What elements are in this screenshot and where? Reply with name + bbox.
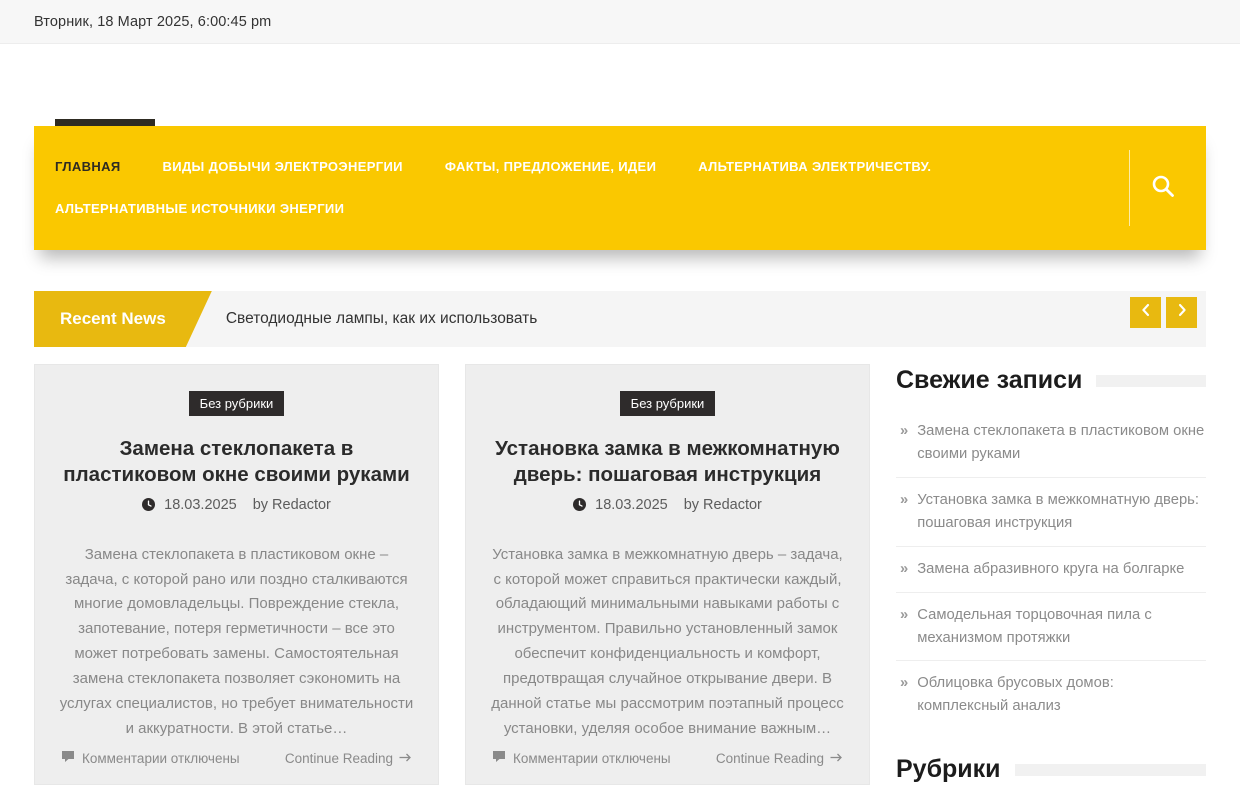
nav-item-facts-ideas[interactable]: ФАКТЫ, ПРЕДЛОЖЕНИЕ, ИДЕИ bbox=[424, 146, 677, 188]
comment-bubble-icon bbox=[61, 750, 75, 766]
search-divider bbox=[1129, 150, 1130, 226]
list-item[interactable]: » Самодельная торцовочная пила с механизм… bbox=[896, 593, 1206, 662]
recent-post-link: Облицовка брусовых домов: комплексный ан… bbox=[917, 675, 1114, 715]
post-title[interactable]: Замена стеклопакета в пластиковом окне с… bbox=[57, 436, 416, 488]
widget-header: Рубрики bbox=[896, 755, 1206, 784]
recent-posts-list: » Замена стеклопакета в пластиковом окне … bbox=[896, 409, 1206, 729]
chevron-right-icon bbox=[1176, 303, 1188, 322]
nav-item-alternative-electricity[interactable]: АЛЬТЕРНАТИВА ЭЛЕКТРИЧЕСТВУ. bbox=[677, 146, 952, 188]
widget-rule bbox=[1096, 374, 1206, 387]
ticker-navigation bbox=[1130, 297, 1197, 328]
site-branding-area bbox=[0, 44, 1240, 126]
category-row: Без рубрики bbox=[488, 391, 847, 416]
ticker-headline[interactable]: Светодиодные лампы, как их использовать bbox=[226, 310, 538, 328]
ticker-badge: Recent News bbox=[34, 291, 212, 347]
comments-status-label: Комментарии отключены bbox=[82, 750, 240, 766]
ticker-prev-button[interactable] bbox=[1130, 297, 1161, 328]
post-author[interactable]: by Redactor bbox=[684, 497, 762, 513]
list-item[interactable]: » Замена абразивного круга на болгарке bbox=[896, 547, 1206, 593]
recent-news-ticker: Recent News Светодиодные лампы, как их и… bbox=[34, 291, 1206, 347]
main-navigation-wrapper: ГЛАВНАЯ ВИДЫ ДОБЫЧИ ЭЛЕКТРОЭНЕРГИИ ФАКТЫ… bbox=[34, 119, 1206, 250]
clock-icon bbox=[573, 497, 590, 515]
widget-categories: Рубрики Statiii bbox=[896, 755, 1206, 800]
post-title[interactable]: Установка замка в межкомнатную дверь: по… bbox=[488, 436, 847, 488]
post-meta: 18.03.2025 by Redactor bbox=[488, 497, 847, 515]
post-meta: 18.03.2025 by Redactor bbox=[57, 497, 416, 515]
content-layout: Без рубрики Замена стеклопакета в пласти… bbox=[34, 364, 1206, 800]
continue-reading-label: Continue Reading bbox=[284, 750, 393, 766]
comment-bubble-icon bbox=[492, 750, 506, 766]
double-chevron-icon: » bbox=[900, 560, 909, 577]
continue-reading-link[interactable]: Continue Reading bbox=[716, 751, 843, 766]
arrow-right-icon bbox=[399, 751, 412, 766]
post-card: Без рубрики Установка замка в межкомнатн… bbox=[465, 364, 870, 785]
nav-item-alternative-energy-sources[interactable]: АЛЬТЕРНАТИВНЫЕ ИСТОЧНИКИ ЭНЕРГИИ bbox=[34, 188, 365, 230]
comments-status-label: Комментарии отключены bbox=[513, 750, 671, 766]
post-footer: Комментарии отключены Continue Reading bbox=[57, 736, 416, 784]
sidebar: Свежие записи » Замена стеклопакета в пла… bbox=[896, 364, 1206, 800]
recent-post-link: Замена стеклопакета в пластиковом окне с… bbox=[917, 423, 1205, 462]
widget-rule bbox=[1014, 763, 1206, 776]
post-footer: Комментарии отключены Continue Reading bbox=[488, 736, 847, 784]
double-chevron-icon: » bbox=[900, 491, 909, 508]
double-chevron-icon: » bbox=[900, 675, 909, 692]
widget-title: Свежие записи bbox=[896, 366, 1083, 394]
post-category-badge[interactable]: Без рубрики bbox=[188, 391, 285, 416]
post-excerpt: Замена стеклопакета в пластиковом окне –… bbox=[59, 545, 414, 736]
recent-post-link: Замена абразивного круга на болгарке bbox=[917, 560, 1185, 577]
main-navigation-bar: ГЛАВНАЯ ВИДЫ ДОБЫЧИ ЭЛЕКТРОЭНЕРГИИ ФАКТЫ… bbox=[34, 119, 1206, 250]
ticker-next-button[interactable] bbox=[1166, 297, 1197, 328]
arrow-right-icon bbox=[830, 751, 843, 766]
widget-recent-posts: Свежие записи » Замена стеклопакета в пла… bbox=[896, 366, 1206, 729]
list-item[interactable]: » Замена стеклопакета в пластиковом окне … bbox=[896, 409, 1206, 478]
post-date: 18.03.2025 bbox=[595, 496, 668, 513]
widget-title: Рубрики bbox=[896, 755, 1001, 784]
active-menu-indicator bbox=[55, 119, 155, 126]
search-icon[interactable] bbox=[1150, 173, 1176, 204]
recent-post-link: Самодельная торцовочная пила с механизмо… bbox=[917, 606, 1152, 646]
recent-post-link: Установка замка в межкомнатную дверь: по… bbox=[917, 491, 1199, 531]
post-grid: Без рубрики Замена стеклопакета в пласти… bbox=[34, 364, 870, 800]
clock-icon bbox=[142, 497, 159, 515]
post-card: Без рубрики Замена стеклопакета в пласти… bbox=[34, 364, 439, 785]
category-row: Без рубрики bbox=[57, 391, 416, 416]
continue-reading-link[interactable]: Continue Reading bbox=[285, 751, 412, 766]
post-category-badge[interactable]: Без рубрики bbox=[619, 391, 716, 416]
post-date: 18.03.2025 bbox=[164, 496, 237, 513]
post-excerpt: Установка замка в межкомнатную дверь – з… bbox=[491, 545, 844, 736]
continue-reading-label: Continue Reading bbox=[715, 750, 824, 766]
list-item[interactable]: » Облицовка брусовых домов: комплексный а… bbox=[896, 661, 1206, 729]
search-toggle[interactable] bbox=[1119, 126, 1206, 250]
topbar: Вторник, 18 Март 2025, 6:00:45 pm bbox=[0, 0, 1240, 44]
current-date-text: Вторник, 18 Март 2025, 6:00:45 pm bbox=[34, 13, 272, 30]
chevron-left-icon bbox=[1140, 303, 1152, 322]
nav-item-home[interactable]: ГЛАВНАЯ bbox=[34, 146, 142, 188]
post-author[interactable]: by Redactor bbox=[253, 497, 331, 513]
double-chevron-icon: » bbox=[900, 423, 909, 439]
widget-header: Свежие записи bbox=[896, 366, 1206, 395]
nav-item-electricity-types[interactable]: ВИДЫ ДОБЫЧИ ЭЛЕКТРОЭНЕРГИИ bbox=[142, 146, 424, 188]
double-chevron-icon: » bbox=[900, 606, 909, 623]
comments-status: Комментарии отключены bbox=[492, 750, 671, 766]
list-item[interactable]: » Установка замка в межкомнатную дверь: п… bbox=[896, 478, 1206, 547]
main-menu: ГЛАВНАЯ ВИДЫ ДОБЫЧИ ЭЛЕКТРОЭНЕРГИИ ФАКТЫ… bbox=[34, 126, 1119, 229]
comments-status: Комментарии отключены bbox=[61, 750, 240, 766]
